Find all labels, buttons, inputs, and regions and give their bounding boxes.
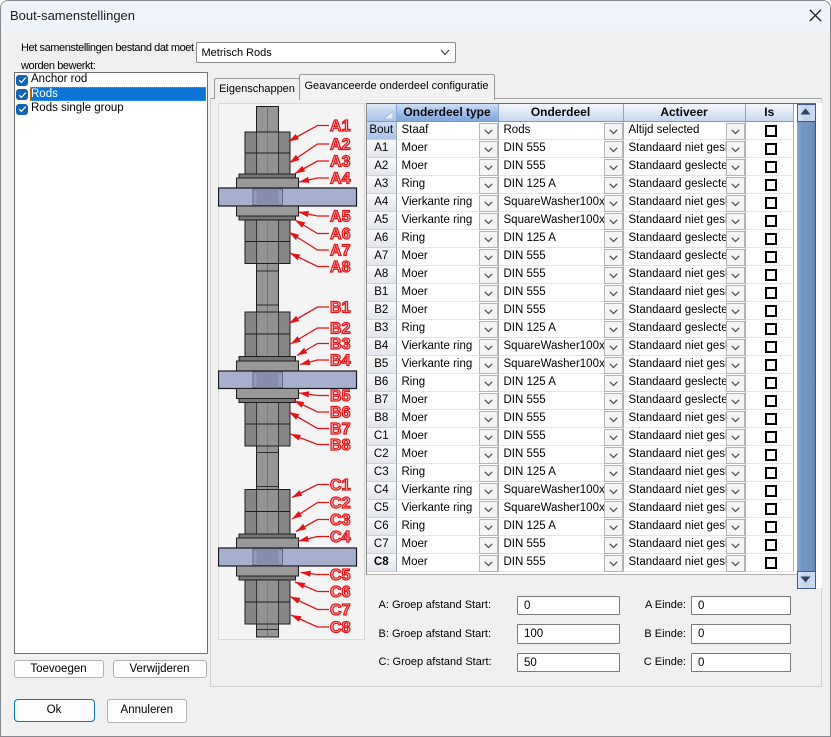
- svg-text:C5: C5: [330, 567, 351, 584]
- svg-text:C8: C8: [330, 619, 351, 636]
- svg-text:B6: B6: [330, 404, 351, 421]
- svg-text:B2: B2: [330, 320, 351, 337]
- svg-text:B7: B7: [330, 421, 351, 438]
- svg-text:B1: B1: [330, 299, 351, 316]
- svg-text:A4: A4: [330, 170, 351, 187]
- svg-text:A5: A5: [330, 208, 351, 225]
- svg-text:C7: C7: [330, 602, 351, 619]
- svg-text:A1: A1: [330, 118, 351, 135]
- svg-text:C1: C1: [330, 477, 351, 494]
- svg-text:B4: B4: [330, 352, 351, 369]
- svg-text:A6: A6: [330, 226, 351, 243]
- svg-text:A7: A7: [330, 242, 351, 259]
- svg-text:B3: B3: [330, 336, 351, 353]
- svg-text:C3: C3: [330, 512, 351, 529]
- svg-text:B5: B5: [330, 388, 351, 405]
- svg-text:C6: C6: [330, 584, 351, 601]
- svg-text:C2: C2: [330, 495, 351, 512]
- svg-text:C4: C4: [330, 529, 351, 546]
- svg-text:A2: A2: [330, 136, 351, 153]
- svg-text:A8: A8: [330, 259, 351, 276]
- svg-text:B8: B8: [330, 437, 351, 454]
- svg-text:A3: A3: [330, 153, 351, 170]
